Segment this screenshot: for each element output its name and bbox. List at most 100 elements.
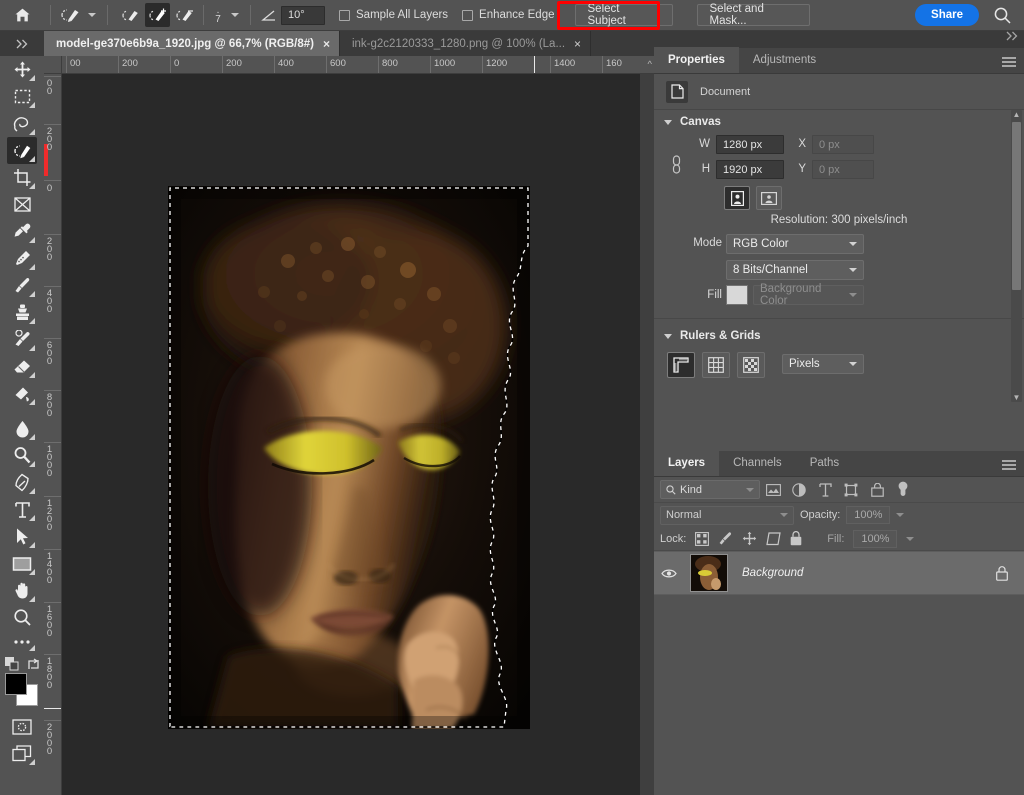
mode-new-selection[interactable]: [118, 3, 143, 27]
document-tab-1[interactable]: ink-g2c2120333_1280.png @ 100% (La... ×: [340, 31, 591, 56]
tool-spot-healing-brush-tool[interactable]: [7, 245, 37, 272]
fill-type-select[interactable]: Background Color: [753, 285, 864, 305]
tool-lasso-tool[interactable]: [7, 110, 37, 137]
lock-transparent-pixels-icon[interactable]: [695, 532, 709, 546]
tab-channels[interactable]: Channels: [719, 450, 796, 476]
tool-path-selection-tool[interactable]: [7, 523, 37, 550]
canvas-section-header[interactable]: Canvas: [654, 110, 1024, 134]
lock-position-icon[interactable]: [742, 531, 757, 546]
fill-input[interactable]: 100%: [853, 530, 897, 548]
canvas-x-input[interactable]: 0 px: [812, 135, 874, 154]
default-foreground-background-icon[interactable]: [5, 657, 19, 671]
tool-frame-tool[interactable]: [7, 191, 37, 218]
tab-adjustments[interactable]: Adjustments: [739, 47, 830, 73]
portrait-orientation-button[interactable]: [724, 186, 750, 210]
search-icon[interactable]: [993, 6, 1012, 25]
enhance-edge-checkbox[interactable]: Enhance Edge: [462, 9, 554, 21]
canvas-y-input[interactable]: 0 px: [812, 160, 874, 179]
sample-all-layers-checkbox[interactable]: Sample All Layers: [339, 9, 448, 21]
close-icon[interactable]: ×: [574, 37, 581, 51]
panel-menu-icon[interactable]: [1002, 460, 1024, 476]
brush-size-picker[interactable]: . 7: [210, 0, 244, 31]
canvas-height-input[interactable]: 1920 px: [716, 160, 784, 179]
tool-edit-toolbar-ellipsis[interactable]: [7, 631, 37, 653]
tool-rectangle-tool[interactable]: [7, 550, 37, 577]
color-mode-select[interactable]: RGB Color: [726, 234, 864, 254]
panel-menu-icon[interactable]: [1002, 57, 1024, 73]
tool-horizontal-type-tool[interactable]: [7, 496, 37, 523]
scrollbar-thumb[interactable]: [1012, 122, 1021, 290]
layer-thumbnail[interactable]: [690, 554, 728, 592]
foreground-color-swatch[interactable]: [5, 673, 27, 695]
tab-paths[interactable]: Paths: [796, 450, 853, 476]
scroll-up-arrow-icon[interactable]: ▲: [1012, 110, 1021, 119]
fill-color-swatch[interactable]: [726, 285, 748, 305]
bit-depth-select[interactable]: 8 Bits/Channel: [726, 260, 864, 280]
swap-colors-icon[interactable]: [27, 658, 40, 671]
mode-add-to-selection[interactable]: [145, 3, 170, 27]
lock-all-icon[interactable]: [790, 531, 802, 546]
tool-blur-tool[interactable]: [7, 415, 37, 442]
filter-adjustment-icon[interactable]: [786, 480, 812, 500]
tool-preset-picker[interactable]: [57, 0, 101, 31]
properties-scrollbar[interactable]: ▲ ▼: [1011, 110, 1022, 402]
tool-move-tool[interactable]: [7, 56, 37, 83]
filter-smart-object-icon[interactable]: [864, 480, 890, 500]
canvas-width-input[interactable]: 1280 px: [716, 135, 784, 154]
document-tab-0[interactable]: model-ge370e6b9a_1920.jpg @ 66,7% (RGB/8…: [44, 31, 340, 56]
filter-type-icon[interactable]: [812, 480, 838, 500]
tool-gradient-tool[interactable]: [7, 380, 37, 407]
tool-crop-tool[interactable]: [7, 164, 37, 191]
lock-image-pixels-icon[interactable]: [718, 531, 733, 546]
screen-mode-button[interactable]: [7, 740, 37, 767]
toolbar-expand-button[interactable]: chevron-double-right-icon: [0, 31, 44, 56]
quick-mask-button[interactable]: [7, 713, 37, 740]
filter-enable-toggle[interactable]: [890, 480, 916, 500]
blend-mode-select[interactable]: Normal: [660, 506, 794, 525]
ruler-units-select[interactable]: Pixels: [782, 354, 864, 374]
eye-icon[interactable]: [654, 568, 684, 579]
tool-zoom-tool[interactable]: [7, 604, 37, 631]
chevron-down-icon[interactable]: [906, 537, 914, 541]
transparency-grid-toggle-button[interactable]: [737, 352, 765, 378]
tool-pen-tool[interactable]: [7, 469, 37, 496]
canvas-vertical-scrollbar[interactable]: [640, 74, 654, 795]
tab-properties[interactable]: Properties: [654, 47, 739, 73]
tool-dodge-tool[interactable]: [7, 442, 37, 469]
filter-pixel-icon[interactable]: [760, 480, 786, 500]
rulers-toggle-button[interactable]: [667, 352, 695, 378]
select-and-mask-button[interactable]: Select and Mask...: [697, 4, 810, 26]
filter-shape-icon[interactable]: [838, 480, 864, 500]
lock-icon[interactable]: [996, 566, 1008, 581]
opacity-input[interactable]: 100%: [846, 506, 890, 524]
select-subject-button[interactable]: Select Subject: [575, 4, 673, 26]
close-icon[interactable]: ×: [323, 37, 330, 51]
tool-clone-stamp-tool[interactable]: [7, 299, 37, 326]
ruler-corner[interactable]: [44, 56, 62, 74]
tool-quick-selection-tool[interactable]: [7, 137, 37, 164]
tool-brush-tool[interactable]: [7, 272, 37, 299]
mode-subtract-from-selection[interactable]: [172, 3, 197, 27]
link-dimensions-icon[interactable]: [670, 154, 683, 174]
tool-eyedropper-tool[interactable]: [7, 218, 37, 245]
horizontal-ruler[interactable]: 00 200 0 200 400 600 800 1000 1200 1400 …: [62, 56, 654, 74]
tool-history-brush-tool[interactable]: [7, 326, 37, 353]
lock-artboard-nesting-icon[interactable]: [766, 532, 781, 546]
tool-rectangular-marquee-tool[interactable]: [7, 83, 37, 110]
tool-hand-tool[interactable]: [7, 577, 37, 604]
layer-filter-kind-select[interactable]: Kind: [660, 480, 760, 499]
scroll-down-arrow-icon[interactable]: ▼: [1012, 393, 1021, 402]
canvas-area[interactable]: [62, 74, 640, 795]
chevron-down-icon[interactable]: [896, 513, 904, 517]
share-button[interactable]: Share: [915, 4, 979, 26]
document-image[interactable]: [168, 186, 530, 729]
tool-eraser-tool[interactable]: [7, 353, 37, 380]
rulers-grids-section-header[interactable]: Rulers & Grids: [654, 324, 1024, 348]
layer-row-background[interactable]: Background: [654, 551, 1024, 595]
vertical-ruler[interactable]: 00 200 0 200 400 600 800 1000 1200 1400 …: [44, 74, 62, 795]
landscape-orientation-button[interactable]: [756, 186, 782, 210]
angle-input[interactable]: 10°: [281, 6, 325, 25]
tabbar-expand-button[interactable]: [1006, 31, 1024, 43]
grid-toggle-button[interactable]: [702, 352, 730, 378]
home-button[interactable]: [0, 0, 44, 31]
